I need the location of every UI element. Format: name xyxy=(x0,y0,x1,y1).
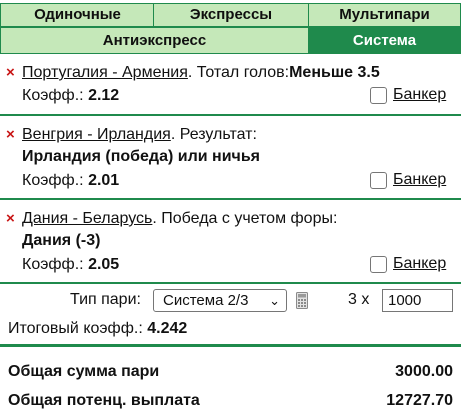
remove-bet-icon[interactable]: × xyxy=(6,210,15,227)
bet-description: Дания - Беларусь. Победа с учетом форы: xyxy=(22,210,337,228)
outcome-text: Ирландия (победа) или ничья xyxy=(22,148,260,165)
tab-antiexpress[interactable]: Антиэкспресс xyxy=(0,27,309,54)
multiplier-label: 3 x xyxy=(348,291,370,308)
summary-divider xyxy=(0,344,461,347)
coef-value: 2.12 xyxy=(88,87,120,104)
banker-checkbox[interactable] xyxy=(370,255,387,273)
remove-bet-icon[interactable]: × xyxy=(6,64,15,81)
stake-input[interactable]: 1000 xyxy=(382,289,453,312)
banker-checkbox[interactable] xyxy=(370,171,387,189)
match-link[interactable]: Португалия - Армения xyxy=(22,64,188,81)
banker-label[interactable]: Банкер xyxy=(393,171,446,189)
coef-value: 2.05 xyxy=(88,256,120,273)
system-type-value: Система 2/3 xyxy=(163,292,249,309)
bet-divider xyxy=(0,282,461,284)
banker-label[interactable]: Банкер xyxy=(393,255,446,273)
system-type-select[interactable]: Система 2/3 ⌄ xyxy=(153,289,287,312)
banker-toggle[interactable]: Банкер xyxy=(370,86,446,104)
coef-value: 2.01 xyxy=(88,172,120,189)
bet-type-label: Тип пари: xyxy=(70,291,141,308)
total-coef-value: 4.242 xyxy=(147,320,188,337)
bet-divider xyxy=(0,114,461,116)
banker-label[interactable]: Банкер xyxy=(393,86,446,104)
match-link[interactable]: Венгрия - Ирландия xyxy=(22,126,171,143)
market-text: . Победа с учетом форы: xyxy=(152,210,338,227)
potential-payout-value: 12727.70 xyxy=(386,392,453,409)
coef-row: Коэфф.: 2.05 xyxy=(22,256,119,274)
coef-label: Коэфф.: xyxy=(22,256,84,273)
total-stake-value: 3000.00 xyxy=(395,363,453,380)
total-coef: Итоговый коэфф.: 4.242 xyxy=(8,320,187,338)
bet-divider xyxy=(0,198,461,200)
total-stake-row: Общая сумма пари 3000.00 xyxy=(8,363,453,381)
remove-bet-icon[interactable]: × xyxy=(6,126,15,143)
calculator-icon[interactable] xyxy=(296,292,308,314)
coef-label: Коэфф.: xyxy=(22,87,84,104)
potential-payout-label: Общая потенц. выплата xyxy=(8,392,200,409)
market-text: . Тотал голов: xyxy=(187,64,290,81)
coef-row: Коэфф.: 2.12 xyxy=(22,87,119,105)
bet-description: Португалия - Армения. Тотал голов:Меньше… xyxy=(22,64,380,82)
outcome-text: Меньше 3.5 xyxy=(289,64,380,81)
chevron-down-icon: ⌄ xyxy=(269,293,280,308)
match-link[interactable]: Дания - Беларусь xyxy=(22,210,152,227)
banker-toggle[interactable]: Банкер xyxy=(370,171,446,189)
outcome-text: Дания (-3) xyxy=(22,232,101,249)
tab-system[interactable]: Система xyxy=(308,27,461,54)
coef-row: Коэфф.: 2.01 xyxy=(22,172,119,190)
potential-payout-row: Общая потенц. выплата 12727.70 xyxy=(8,392,453,410)
tab-express[interactable]: Экспрессы xyxy=(153,3,309,27)
bet-description: Венгрия - Ирландия. Результат: xyxy=(22,126,257,144)
tab-multi[interactable]: Мультипари xyxy=(308,3,461,27)
total-stake-label: Общая сумма пари xyxy=(8,363,160,380)
coef-label: Коэфф.: xyxy=(22,172,84,189)
banker-toggle[interactable]: Банкер xyxy=(370,255,446,273)
market-text: . Результат: xyxy=(170,126,257,143)
banker-checkbox[interactable] xyxy=(370,86,387,104)
tab-single[interactable]: Одиночные xyxy=(0,3,155,27)
total-coef-label: Итоговый коэфф.: xyxy=(8,320,143,337)
